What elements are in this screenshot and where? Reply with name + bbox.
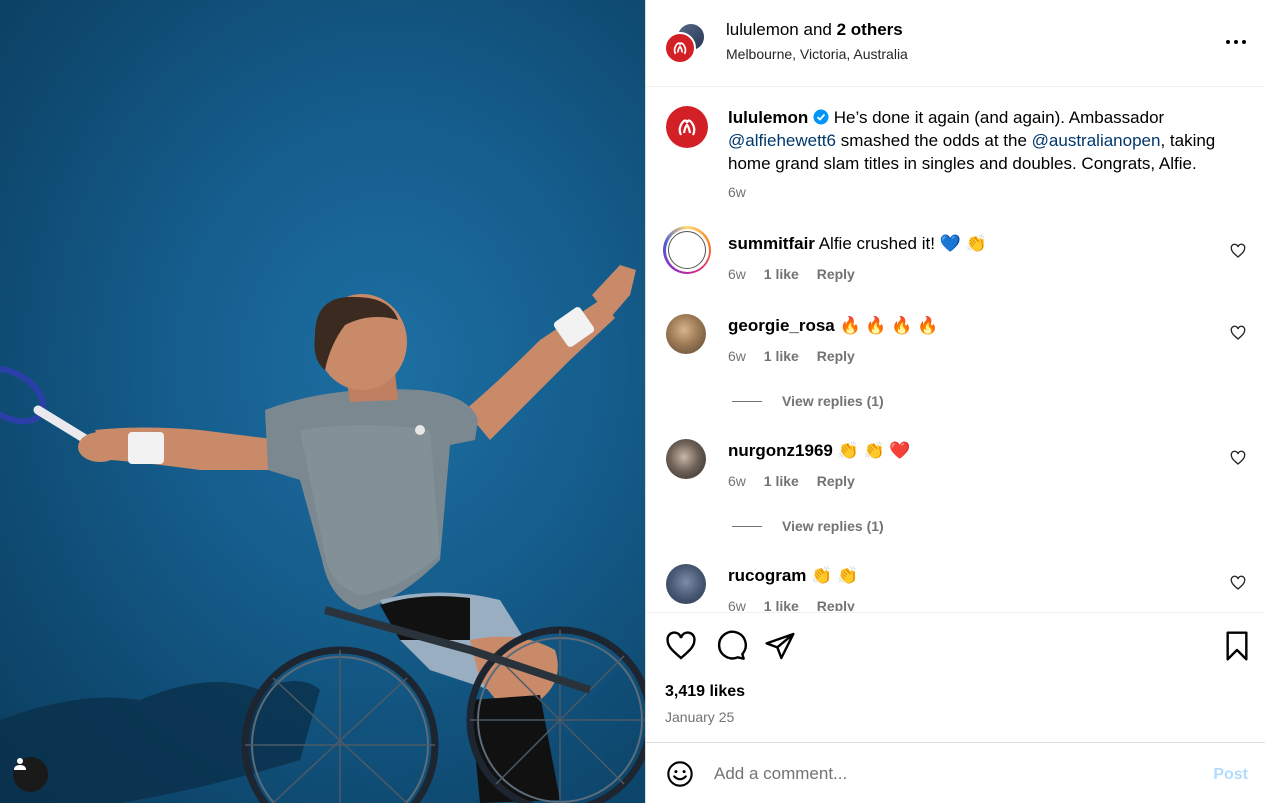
comment-item: georgie_rosa 🔥 🔥 🔥 🔥 6w 1 like Reply	[666, 314, 1246, 374]
reply-button[interactable]: Reply	[817, 473, 855, 489]
comment-username[interactable]: nurgonz1969	[728, 441, 833, 460]
avatar	[664, 32, 696, 64]
user-tag-icon	[14, 758, 26, 770]
comment-likes[interactable]: 1 like	[764, 598, 799, 611]
post-header: lululemon and 2 others Melbourne, Victor…	[646, 0, 1265, 87]
bookmark-icon[interactable]	[1221, 630, 1253, 662]
comment-body: 👏 👏 ❤️	[837, 441, 911, 460]
mention-link[interactable]: @alfiehewett6	[728, 131, 836, 150]
comment-likes[interactable]: 1 like	[764, 348, 799, 364]
collab-avatars[interactable]	[664, 22, 708, 66]
divider	[732, 400, 762, 402]
comment-username[interactable]: rucogram	[728, 566, 806, 585]
avatar[interactable]	[666, 314, 706, 354]
comment-input[interactable]	[714, 761, 1184, 787]
post-button[interactable]: Post	[1213, 766, 1248, 784]
caption-text-part: He’s done it again (and again). Ambassad…	[833, 108, 1165, 127]
comment-meta: 6w 1 like Reply	[728, 348, 869, 364]
comment-item: summitfair Alfie crushed it! 💙 👏 6w 1 li…	[663, 226, 1246, 288]
post-actions: 3,419 likes January 25	[646, 612, 1265, 742]
author-username[interactable]: lululemon	[726, 20, 799, 39]
comment-icon[interactable]	[715, 630, 747, 662]
tennis-player-illustration	[0, 265, 645, 803]
view-replies-button[interactable]: View replies (1)	[732, 518, 884, 534]
heart-icon[interactable]	[665, 630, 697, 662]
comment-body: Alfie crushed it! 💙 👏	[818, 234, 987, 253]
comment-item: nurgonz1969 👏 👏 ❤️ 6w 1 like Reply	[666, 439, 1246, 499]
comments-list[interactable]: lululemon He’s done it again (and again)…	[646, 88, 1265, 611]
comment-username[interactable]: georgie_rosa	[728, 316, 835, 335]
avatar[interactable]	[666, 564, 706, 604]
comment-body: 👏 👏	[811, 566, 859, 585]
caption-meta: 6w	[728, 184, 760, 200]
comment-text: nurgonz1969 👏 👏 ❤️	[728, 439, 1233, 462]
lululemon-logo-icon	[678, 119, 696, 136]
avatar[interactable]	[666, 106, 708, 148]
comment-body: 🔥 🔥 🔥 🔥	[839, 316, 939, 335]
joiner-text: and	[803, 20, 832, 39]
comment-like-heart-icon[interactable]	[1230, 243, 1246, 259]
location-link[interactable]: Melbourne, Victoria, Australia	[726, 46, 908, 62]
comment-text: rucogram 👏 👏	[728, 564, 1233, 587]
timestamp[interactable]: 6w	[728, 348, 746, 364]
post-author-title[interactable]: lululemon and 2 others	[726, 20, 903, 40]
comment-meta: 6w 1 like Reply	[728, 266, 869, 282]
avatar[interactable]	[663, 226, 711, 274]
post-date[interactable]: January 25	[665, 709, 734, 725]
post-caption: lululemon He’s done it again (and again)…	[666, 106, 1246, 206]
likes-count[interactable]: 3,419 likes	[665, 683, 745, 701]
comment-like-heart-icon[interactable]	[1230, 325, 1246, 341]
comment-likes[interactable]: 1 like	[764, 473, 799, 489]
timestamp[interactable]: 6w	[728, 473, 746, 489]
reply-button[interactable]: Reply	[817, 266, 855, 282]
divider	[732, 525, 762, 527]
comment-meta: 6w 1 like Reply	[728, 598, 869, 611]
post-side-panel: lululemon and 2 others Melbourne, Victor…	[645, 0, 1265, 803]
post-image[interactable]	[0, 0, 645, 803]
timestamp[interactable]: 6w	[728, 184, 746, 200]
comment-username[interactable]: summitfair	[728, 234, 815, 253]
comment-meta: 6w 1 like Reply	[728, 473, 869, 489]
reply-button[interactable]: Reply	[817, 598, 855, 611]
post-dialog: lululemon and 2 others Melbourne, Victor…	[0, 0, 1265, 803]
more-options-button[interactable]	[1224, 30, 1248, 54]
verified-badge-icon	[813, 109, 829, 125]
comment-text: georgie_rosa 🔥 🔥 🔥 🔥	[728, 314, 1233, 337]
comment-item: rucogram 👏 👏 6w 1 like Reply	[666, 564, 1246, 611]
emoji-icon[interactable]	[666, 760, 694, 788]
mention-link[interactable]: @australianopen	[1032, 131, 1161, 150]
avatar[interactable]	[666, 439, 706, 479]
view-replies-label: View replies (1)	[782, 393, 884, 409]
view-replies-button[interactable]: View replies (1)	[732, 393, 884, 409]
comment-composer: Post	[646, 742, 1265, 803]
view-replies-label: View replies (1)	[782, 518, 884, 534]
user-tag-button[interactable]	[13, 757, 48, 792]
comment-likes[interactable]: 1 like	[764, 266, 799, 282]
comment-text: summitfair Alfie crushed it! 💙 👏	[728, 232, 1233, 255]
comment-like-heart-icon[interactable]	[1230, 575, 1246, 591]
caption-text: lululemon He’s done it again (and again)…	[728, 106, 1233, 175]
caption-username[interactable]: lululemon	[728, 108, 808, 127]
others-link[interactable]: 2 others	[837, 20, 903, 39]
timestamp[interactable]: 6w	[728, 266, 746, 282]
comment-like-heart-icon[interactable]	[1230, 450, 1246, 466]
timestamp[interactable]: 6w	[728, 598, 746, 611]
send-icon[interactable]	[764, 630, 796, 662]
lululemon-logo-icon	[673, 42, 687, 55]
more-horizontal-icon	[1226, 40, 1246, 44]
reply-button[interactable]: Reply	[817, 348, 855, 364]
caption-text-part: smashed the odds at the	[840, 131, 1027, 150]
